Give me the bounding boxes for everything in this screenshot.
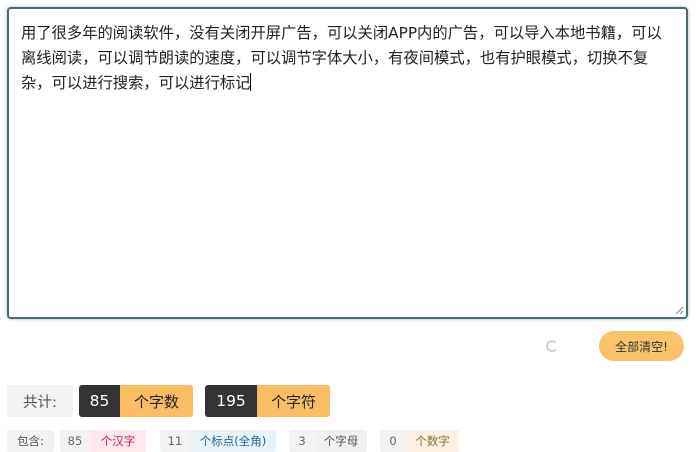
letter-count-value: 3 <box>289 430 315 452</box>
loading-spinner-icon <box>546 340 558 352</box>
letter-count-label: 个字母 <box>315 430 367 452</box>
resize-handle-icon[interactable] <box>674 305 684 315</box>
hanzi-count-tag: 85 个汉字 <box>60 430 146 452</box>
hanzi-count-value: 85 <box>60 430 90 452</box>
total-label: 共计: <box>7 385 73 417</box>
contains-label: 包含: <box>7 430 54 452</box>
punctuation-count-value: 11 <box>160 430 190 452</box>
punctuation-count-tag: 11 个标点(全角) <box>160 430 276 452</box>
digit-count-tag: 0 个数字 <box>380 430 459 452</box>
text-caret <box>250 73 252 91</box>
word-count-label: 个字数 <box>120 385 193 417</box>
hanzi-count-label: 个汉字 <box>90 430 146 452</box>
char-count-label: 个字符 <box>257 385 330 417</box>
char-count-stat: 195 个字符 <box>205 385 330 417</box>
digit-count-value: 0 <box>380 430 406 452</box>
letter-count-tag: 3 个字母 <box>289 430 367 452</box>
char-count-value: 195 <box>205 385 257 417</box>
digit-count-label: 个数字 <box>406 430 459 452</box>
editor-text: 用了很多年的阅读软件，没有关闭开屏广告，可以关闭APP内的广告，可以导入本地书籍… <box>21 24 662 92</box>
text-input-area[interactable]: 用了很多年的阅读软件，没有关闭开屏广告，可以关闭APP内的广告，可以导入本地书籍… <box>7 7 688 319</box>
word-count-stat: 85 个字数 <box>79 385 193 417</box>
clear-all-button[interactable]: 全部清空! <box>599 331 684 361</box>
word-count-value: 85 <box>79 385 120 417</box>
punctuation-count-label: 个标点(全角) <box>190 430 276 452</box>
